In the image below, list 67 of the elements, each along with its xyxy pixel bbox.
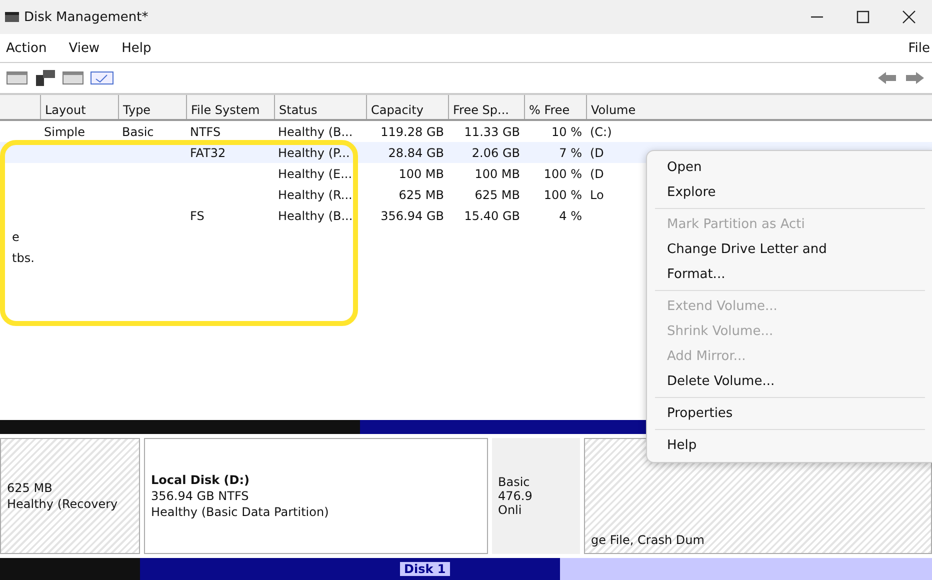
table-cell-text: 7 % — [558, 146, 583, 160]
menu-item[interactable]: View — [68, 40, 100, 56]
partition-info: Healthy (Recovery — [7, 497, 119, 511]
disk-icon[interactable] — [34, 69, 56, 87]
column-header[interactable]: Layout — [40, 95, 118, 119]
table-cell-text: 356.94 GB — [380, 208, 445, 222]
window-title: Disk Management* — [24, 10, 148, 24]
table-cell-text: 100 % — [542, 166, 583, 180]
table-cell-text: 100 MB — [398, 166, 445, 180]
menu-item[interactable]: Properties — [647, 401, 932, 426]
menu-item[interactable]: File — [908, 40, 930, 56]
table-cell-text: 119.28 GB — [380, 124, 445, 138]
table-cell-text: Healthy (B... — [277, 124, 354, 138]
partition-info: 625 MB — [7, 481, 54, 495]
column-header[interactable]: Capacity — [366, 95, 448, 119]
checklist-icon[interactable] — [90, 69, 114, 87]
window-icon[interactable] — [62, 69, 84, 87]
partition-info: 476.9 — [498, 489, 534, 503]
table-cell-text: Simple — [43, 124, 86, 138]
menu-item[interactable]: Action — [6, 40, 47, 56]
window-icon[interactable] — [6, 69, 28, 87]
partition-info: Healthy (Basic Data Partition) — [151, 505, 329, 519]
partition-info: 356.94 GB NTFS — [151, 489, 249, 503]
table-cell-text: 11.33 GB — [463, 124, 521, 138]
table-cell-text: (C:) — [589, 124, 613, 138]
table-cell-text: 2.06 GB — [470, 146, 521, 160]
table-cell-text: 100 % — [542, 188, 583, 202]
column-header[interactable]: % Free — [524, 95, 586, 119]
partition-info: ge File, Crash Dum — [591, 533, 706, 547]
disk-label[interactable]: Disk 1 — [400, 562, 450, 576]
table-cell-text: Healthy (E... — [277, 166, 354, 180]
column-header[interactable]: Volume — [586, 95, 656, 119]
table-cell-text: Healthy (R... — [277, 188, 354, 202]
table-cell-text: 100 MB — [474, 166, 521, 180]
table-cell-text: 625 MB — [474, 188, 521, 202]
column-header[interactable]: Status — [274, 95, 366, 119]
forward-arrow-icon[interactable] — [904, 69, 926, 87]
column-header[interactable]: Free Sp... — [448, 95, 524, 119]
back-arrow-icon[interactable] — [876, 69, 898, 87]
partition-block[interactable]: Local Disk (D:) 356.94 GB NTFS Healthy (Basic Data Partition) — [144, 438, 488, 554]
table-cell-text: 28.84 GB — [387, 146, 445, 160]
partition-block[interactable]: 625 MB Healthy (Recovery — [0, 438, 140, 554]
table-cell-text: Healthy (B... — [277, 208, 354, 222]
table-cell-text: Basic — [121, 124, 155, 138]
table-cell-text: Healthy (P... — [277, 146, 351, 160]
menu-item[interactable]: Delete Volume... — [647, 369, 932, 394]
table-cell-text: (D — [589, 146, 605, 160]
menu-item[interactable]: Change Drive Letter and — [647, 237, 932, 262]
column-header[interactable]: Type — [118, 95, 186, 119]
menu-item[interactable]: Explore — [647, 180, 932, 205]
menu-item[interactable]: Format... — [647, 262, 932, 287]
table-cell-text: FS — [189, 208, 206, 222]
table-cell-text: NTFS — [189, 124, 222, 138]
table-cell-text: 15.40 GB — [463, 208, 521, 222]
table-cell-text: (D — [589, 166, 605, 180]
table-cell-text: FAT32 — [189, 146, 227, 160]
menu-item[interactable]: Help — [122, 40, 152, 56]
partition-name: Local Disk (D:) — [151, 473, 250, 487]
partition-info: Basic — [498, 475, 531, 489]
column-header[interactable]: File System — [186, 95, 274, 119]
partition-info: Onli — [498, 503, 523, 517]
table-cell-text: 4 % — [558, 208, 583, 222]
table-cell-text: 625 MB — [398, 188, 445, 202]
table-cell-text: tbs. — [11, 250, 36, 264]
table-cell-text: 10 % — [550, 124, 583, 138]
table-cell-text: e — [11, 230, 20, 244]
table-cell-text: Lo — [589, 188, 605, 202]
